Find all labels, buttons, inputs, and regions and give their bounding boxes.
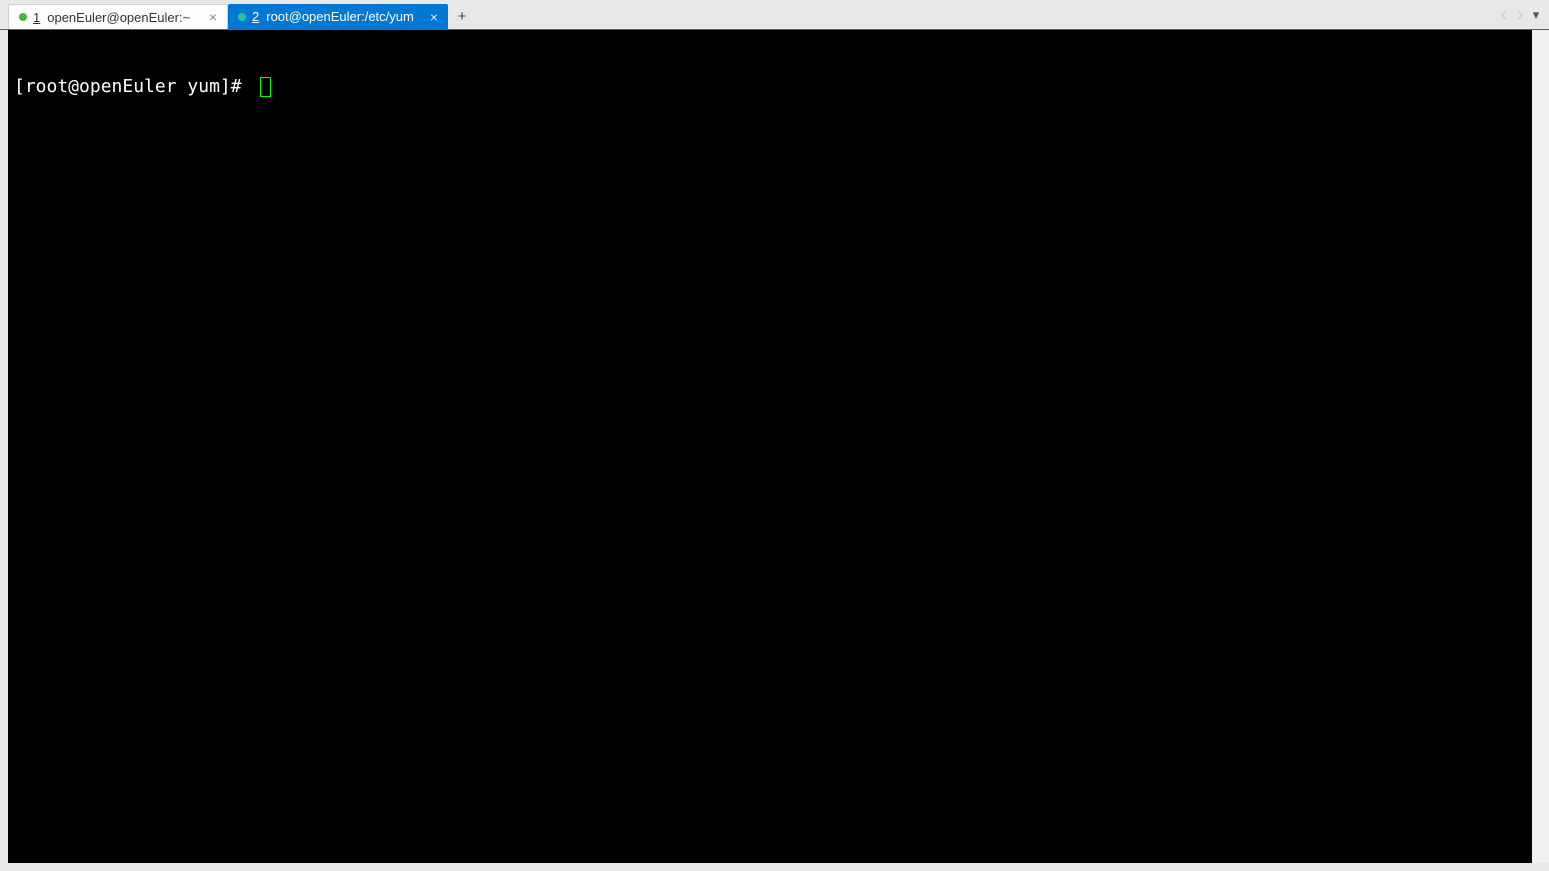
tab-index: 2 (252, 9, 260, 24)
tab-next-button[interactable] (1513, 5, 1527, 25)
tab-session-1[interactable]: 1 openEuler@openEuler:~ × (8, 4, 228, 29)
tab-bar: 1 openEuler@openEuler:~ × 2 root@openEul… (0, 0, 1549, 30)
close-icon[interactable]: × (205, 9, 221, 25)
shell-prompt: [root@openEuler yum]# (14, 76, 252, 98)
close-icon[interactable]: × (426, 9, 442, 25)
chevron-right-icon (1516, 10, 1524, 20)
scrollbar[interactable] (1532, 30, 1549, 863)
terminal-line: [root@openEuler yum]# (14, 76, 1526, 98)
plus-icon: + (458, 8, 467, 25)
chevron-left-icon (1500, 10, 1508, 20)
chevron-down-icon: ▾ (1533, 7, 1540, 23)
tab-session-2[interactable]: 2 root@openEuler:/etc/yum × (228, 4, 448, 29)
terminal[interactable]: [root@openEuler yum]# (8, 30, 1532, 863)
terminal-container: [root@openEuler yum]# (0, 30, 1549, 871)
tab-index: 1 (33, 10, 41, 25)
tab-title: root@openEuler:/etc/yum (266, 9, 420, 24)
tab-bar-controls: ▾ (1497, 0, 1549, 29)
status-dot-icon (19, 13, 27, 21)
new-tab-button[interactable]: + (450, 4, 474, 29)
tab-dropdown-button[interactable]: ▾ (1529, 5, 1543, 25)
cursor-icon (260, 77, 271, 97)
status-dot-icon (238, 13, 246, 21)
tab-title: openEuler@openEuler:~ (47, 10, 199, 25)
tab-prev-button[interactable] (1497, 5, 1511, 25)
